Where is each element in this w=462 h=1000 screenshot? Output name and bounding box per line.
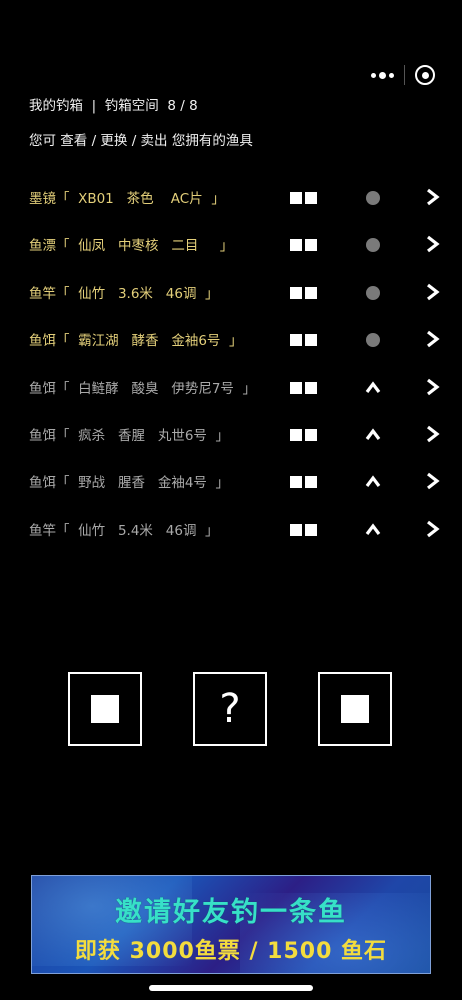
gear-label: 鱼饵「 白鲢酵 酸臭 伊势尼7号 」 xyxy=(29,377,256,397)
square-icon xyxy=(91,695,119,723)
instruction-text: 您可 查看 / 更换 / 卖出 您拥有的渔具 xyxy=(29,133,253,149)
equip-caret-icon[interactable] xyxy=(364,519,382,537)
more-options-button[interactable] xyxy=(362,60,404,90)
equip-caret-icon[interactable] xyxy=(364,377,382,395)
gear-row[interactable]: 鱼饵「 疯杀 香腥 丸世6号 」 xyxy=(0,410,462,457)
gear-detail: 「 疯杀 香腥 丸世6号 」 xyxy=(56,427,230,444)
chevron-right-icon[interactable] xyxy=(425,282,441,302)
gear-detail: 「 XB01 茶色 AC片 」 xyxy=(56,191,225,207)
chevron-right-icon[interactable] xyxy=(425,424,441,444)
gear-detail: 「 仙竹 3.6米 46调 」 xyxy=(56,285,219,302)
gear-category: 鱼饵 xyxy=(29,333,56,350)
left-action-button[interactable] xyxy=(68,672,142,746)
gear-label: 鱼竿「 仙竹 5.4米 46调 」 xyxy=(29,519,219,539)
square-icon xyxy=(341,695,369,723)
gear-row[interactable]: 鱼饵「 野战 腥香 金袖4号 」 xyxy=(0,457,462,504)
view-squares-icon[interactable] xyxy=(290,334,317,347)
gear-row[interactable]: 鱼饵「 白鲢酵 酸臭 伊势尼7号 」 xyxy=(0,363,462,410)
gear-label: 鱼漂「 仙凤 中枣核 二目 」 xyxy=(29,234,233,254)
gear-category: 鱼竿 xyxy=(29,522,56,539)
gear-detail: 「 仙竹 5.4米 46调 」 xyxy=(56,522,219,539)
gear-detail: 「 野战 腥香 金袖4号 」 xyxy=(56,475,230,492)
chevron-right-icon[interactable] xyxy=(425,471,441,491)
view-squares-icon[interactable] xyxy=(290,239,317,252)
view-squares-icon[interactable] xyxy=(290,286,317,299)
close-miniprogram-button[interactable] xyxy=(404,60,446,90)
banner-reward: 即获 3000鱼票 / 1500 鱼石 xyxy=(74,939,388,964)
gear-row[interactable]: 鱼漂「 仙凤 中枣核 二目 」 xyxy=(0,220,462,267)
help-label: ? xyxy=(219,686,241,732)
gear-row[interactable]: 墨镜「 XB01 茶色 AC片 」 xyxy=(0,173,462,220)
gear-category: 墨镜 xyxy=(29,191,56,207)
box-title: 我的钓箱 xyxy=(29,98,83,114)
home-indicator xyxy=(149,985,313,991)
invite-banner[interactable]: 邀请好友钓一条鱼 即获 3000鱼票 / 1500 鱼石 xyxy=(31,875,431,974)
gear-label: 墨镜「 XB01 茶色 AC片 」 xyxy=(29,187,225,207)
chevron-right-icon[interactable] xyxy=(425,377,441,397)
gear-label: 鱼饵「 野战 腥香 金袖4号 」 xyxy=(29,471,229,491)
view-squares-icon[interactable] xyxy=(290,192,317,204)
chevron-right-icon[interactable] xyxy=(425,519,441,539)
mini-program-capsule xyxy=(362,60,446,90)
gear-row[interactable]: 鱼竿「 仙竹 5.4米 46调 」 xyxy=(0,505,462,552)
page-header: 我的钓箱 | 钓箱空间 8 / 8 xyxy=(29,94,198,114)
gear-category: 鱼饵 xyxy=(29,475,56,492)
gear-category: 鱼竿 xyxy=(29,285,56,302)
gear-row[interactable]: 鱼饵「 霸江湖 酵香 金袖6号 」 xyxy=(0,315,462,362)
chevron-right-icon[interactable] xyxy=(425,329,441,349)
equipped-dot-icon[interactable] xyxy=(366,333,380,348)
gear-detail: 「 霸江湖 酵香 金袖6号 」 xyxy=(56,333,243,350)
more-dots-icon xyxy=(371,72,377,78)
gear-label: 鱼饵「 疯杀 香腥 丸世6号 」 xyxy=(29,424,229,444)
view-squares-icon[interactable] xyxy=(290,428,317,441)
equipped-dot-icon[interactable] xyxy=(366,191,380,205)
gear-label: 鱼竿「 仙竹 3.6米 46调 」 xyxy=(29,282,219,302)
equip-caret-icon[interactable] xyxy=(364,471,382,489)
chevron-right-icon[interactable] xyxy=(425,234,441,254)
gear-row[interactable]: 鱼竿「 仙竹 3.6米 46调 」 xyxy=(0,268,462,315)
capacity-label: 钓箱空间 xyxy=(104,98,159,114)
header-separator: | xyxy=(91,98,97,114)
chevron-right-icon[interactable] xyxy=(425,187,441,207)
right-action-button[interactable] xyxy=(318,672,392,746)
help-button[interactable]: ? xyxy=(193,672,267,746)
view-squares-icon[interactable] xyxy=(290,476,317,489)
banner-headline: 邀请好友钓一条鱼 xyxy=(115,897,347,928)
equip-caret-icon[interactable] xyxy=(364,424,382,442)
gear-category: 鱼饵 xyxy=(29,427,56,444)
gear-detail: 「 仙凤 中枣核 二目 」 xyxy=(56,238,234,255)
capacity-value: 8 / 8 xyxy=(167,98,198,114)
gear-list: 墨镜「 XB01 茶色 AC片 」鱼漂「 仙凤 中枣核 二目 」鱼竿「 仙竹 3… xyxy=(0,173,462,552)
gear-label: 鱼饵「 霸江湖 酵香 金袖6号 」 xyxy=(29,329,243,349)
gear-category: 鱼漂 xyxy=(29,238,56,255)
view-squares-icon[interactable] xyxy=(290,381,317,394)
gear-category: 鱼饵 xyxy=(29,380,56,397)
equipped-dot-icon[interactable] xyxy=(366,238,380,253)
view-squares-icon[interactable] xyxy=(290,523,317,536)
target-circle-icon xyxy=(415,65,436,85)
gear-detail: 「 白鲢酵 酸臭 伊势尼7号 」 xyxy=(56,380,257,397)
equipped-dot-icon[interactable] xyxy=(366,285,380,300)
